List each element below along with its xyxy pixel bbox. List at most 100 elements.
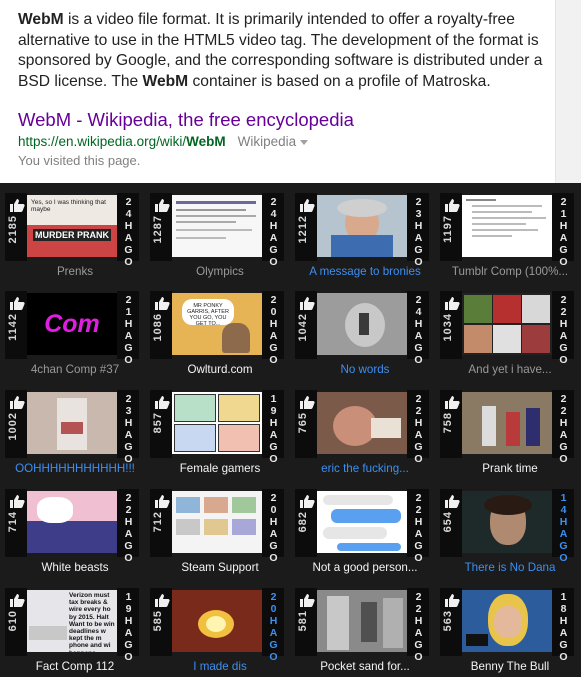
- thumbs-up-icon[interactable]: [154, 198, 170, 212]
- video-tile[interactable]: 1197 2 1 H A G O Tumblr Comp (100%...: [440, 193, 580, 288]
- video-tile[interactable]: 714 2 2 H A G O White beasts: [5, 489, 145, 584]
- video-tile[interactable]: 654 1 4 H A G O There is No Dana: [440, 489, 580, 584]
- video-title[interactable]: Prank time: [440, 461, 580, 476]
- age-column: 24HAGO: [117, 193, 139, 268]
- thumbs-up-icon[interactable]: [154, 494, 170, 508]
- age-label: 20HAGO: [269, 591, 279, 663]
- video-thumbnail[interactable]: [27, 491, 117, 553]
- thumbs-up-icon[interactable]: [9, 395, 25, 409]
- video-title[interactable]: A message to bronies: [295, 264, 435, 279]
- thumbs-up-icon[interactable]: [9, 593, 25, 607]
- video-tile[interactable]: 1042 2 4 H A G O No words: [295, 291, 435, 386]
- thumbs-up-icon[interactable]: [444, 296, 460, 310]
- thumbs-up-icon[interactable]: [9, 296, 25, 310]
- vote-count: 1212: [297, 215, 309, 244]
- search-result-card: WebM is a video file format. It is prima…: [0, 0, 555, 183]
- video-thumbnail[interactable]: [317, 491, 407, 553]
- video-thumbnail[interactable]: [317, 293, 407, 355]
- video-thumbnail[interactable]: MURDER PRANK Yes, so I was thinking that …: [27, 195, 117, 257]
- snippet-term: WebM: [18, 11, 64, 28]
- video-thumbnail[interactable]: [317, 195, 407, 257]
- video-thumbnail[interactable]: [462, 195, 552, 257]
- age-label: 22HAGO: [414, 591, 424, 663]
- video-title[interactable]: Benny The Bull: [440, 659, 580, 674]
- thumbs-up-icon[interactable]: [154, 395, 170, 409]
- video-tile[interactable]: 765 2 2 H A G Oeric the fucking...: [295, 390, 435, 485]
- result-title-link[interactable]: WebM - Wikipedia, the free encyclopedia: [18, 109, 537, 131]
- video-tile[interactable]: 1212 2 3 H A G O A message to bronies: [295, 193, 435, 288]
- thumbs-up-icon[interactable]: [444, 198, 460, 212]
- video-title[interactable]: Prenks: [5, 264, 145, 279]
- video-thumbnail[interactable]: [317, 392, 407, 454]
- video-thumbnail[interactable]: [462, 392, 552, 454]
- age-column: 22HAGO: [407, 588, 429, 663]
- thumbs-up-icon[interactable]: [299, 593, 315, 607]
- video-thumbnail[interactable]: [172, 392, 262, 454]
- thumbs-up-icon[interactable]: [299, 395, 315, 409]
- video-tile[interactable]: 2185 MURDER PRANK Yes, so I was thinking t…: [5, 193, 145, 288]
- age-label: 22HAGO: [559, 393, 569, 465]
- video-title[interactable]: There is No Dana: [440, 560, 580, 575]
- video-thumbnail[interactable]: [172, 491, 262, 553]
- video-thumbnail[interactable]: [172, 195, 262, 257]
- video-tile[interactable]: 857 1 9 H A G O Female gamers: [150, 390, 290, 485]
- thumbs-up-icon[interactable]: [299, 198, 315, 212]
- video-thumbnail[interactable]: [462, 293, 552, 355]
- video-tile[interactable]: 610 Verizon must tax breaks & wire every …: [5, 588, 145, 677]
- video-thumbnail[interactable]: [27, 392, 117, 454]
- video-thumbnail[interactable]: [317, 590, 407, 652]
- video-title[interactable]: No words: [295, 362, 435, 377]
- video-thumbnail[interactable]: MR PONKY GARRIS, AFTER YOU GO, YOU GET T…: [172, 293, 262, 355]
- thumbs-up-icon[interactable]: [154, 593, 170, 607]
- thumbs-up-icon[interactable]: [444, 494, 460, 508]
- video-thumbnail[interactable]: [462, 590, 552, 652]
- video-title[interactable]: White beasts: [5, 560, 145, 575]
- video-tile[interactable]: 712 2 0 H A G O Steam Support: [150, 489, 290, 584]
- result-source[interactable]: Wikipedia: [238, 134, 297, 149]
- thumbs-up-icon[interactable]: [9, 198, 25, 212]
- video-tile[interactable]: 1086 MR PONKY GARRIS, AFTER YOU GO, YOU G…: [150, 291, 290, 386]
- thumbs-up-icon[interactable]: [299, 494, 315, 508]
- video-title[interactable]: Owlturd.com: [150, 362, 290, 377]
- video-title[interactable]: OOHHHHHHHHHHH!!!: [5, 461, 145, 476]
- result-url[interactable]: https://en.wikipedia.org/wiki/WebM: [18, 134, 226, 149]
- video-tile[interactable]: 1002 2 3 H A G O OOHHHHHHHHHHH!!!: [5, 390, 145, 485]
- vote-count: 654: [442, 511, 454, 533]
- video-title[interactable]: Fact Comp 112: [5, 659, 145, 674]
- age-column: 20HAGO: [262, 291, 284, 366]
- video-title[interactable]: Olympics: [150, 264, 290, 279]
- video-title[interactable]: 4chan Comp #37: [5, 362, 145, 377]
- video-tile[interactable]: 563 1 8 H A G O Benny The Bull: [440, 588, 580, 677]
- age-label: 22HAGO: [414, 492, 424, 564]
- video-title[interactable]: Pocket sand for...: [295, 659, 435, 674]
- video-thumbnail[interactable]: [172, 590, 262, 652]
- vote-count: 581: [297, 610, 309, 632]
- age-label: 21HAGO: [124, 294, 134, 366]
- video-tile[interactable]: 1287 2 4 H A G O Olympics: [150, 193, 290, 288]
- thumbs-up-icon[interactable]: [299, 296, 315, 310]
- vote-count: 610: [7, 610, 19, 632]
- video-thumbnail[interactable]: Verizon must tax breaks & wire every ho …: [27, 590, 117, 652]
- video-tile[interactable]: 585 2 0 H A G O I made dis: [150, 588, 290, 677]
- thumbs-up-icon[interactable]: [444, 593, 460, 607]
- video-title[interactable]: I made dis: [150, 659, 290, 674]
- video-tile[interactable]: 758 2 2 H A G O Prank time: [440, 390, 580, 485]
- video-thumbnail[interactable]: [462, 491, 552, 553]
- thumbs-up-icon[interactable]: [9, 494, 25, 508]
- vote-count: 1086: [152, 313, 164, 342]
- chevron-down-icon[interactable]: [300, 139, 309, 145]
- video-tile[interactable]: 581 2 2 H A G O Pocket sand for...: [295, 588, 435, 677]
- video-title[interactable]: eric the fucking...: [295, 461, 435, 476]
- video-tile[interactable]: 682 2 2 H A G O Not a good person...: [295, 489, 435, 584]
- video-title[interactable]: Not a good person...: [295, 560, 435, 575]
- video-title[interactable]: Female gamers: [150, 461, 290, 476]
- video-title[interactable]: Steam Support: [150, 560, 290, 575]
- video-title[interactable]: And yet i have...: [440, 362, 580, 377]
- video-thumbnail[interactable]: Com: [27, 293, 117, 355]
- thumbs-up-icon[interactable]: [444, 395, 460, 409]
- age-column: 19HAGO: [262, 390, 284, 465]
- video-tile[interactable]: 1034 2 2 H A G O And yet i have...: [440, 291, 580, 386]
- video-title[interactable]: Tumblr Comp (100%...: [440, 264, 580, 279]
- thumbs-up-icon[interactable]: [154, 296, 170, 310]
- video-tile[interactable]: 1142 Com 2 1 H A G O 4chan Comp #37: [5, 291, 145, 386]
